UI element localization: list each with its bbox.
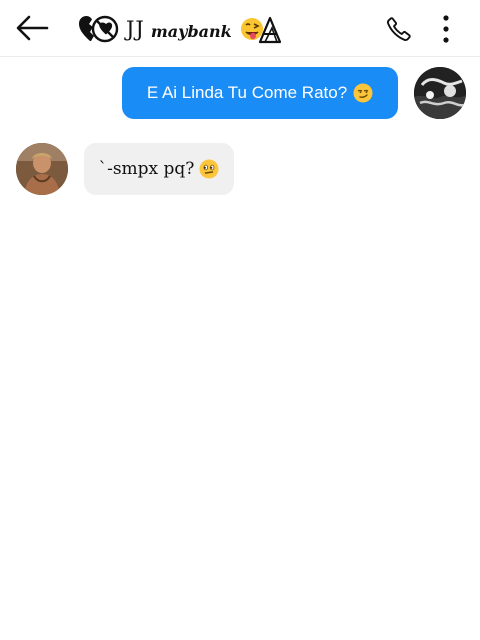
- message-text: E Ai Linda Tu Come Rato?: [146, 83, 348, 102]
- contact-avatar[interactable]: [16, 143, 68, 195]
- chat-header: JJ maybank: [0, 0, 480, 57]
- incoming-message-bubble[interactable]: `-smpx pq?: [84, 143, 234, 195]
- smirk-face-icon: [353, 83, 373, 103]
- more-options-button[interactable]: [432, 12, 460, 46]
- arrow-left-icon: [16, 15, 49, 41]
- winking-tongue-triangle-icon: [238, 12, 282, 46]
- outgoing-message-bubble[interactable]: E Ai Linda Tu Come Rato?: [122, 67, 398, 119]
- message-text: `-smpx pq?: [98, 159, 195, 179]
- side-eye-face-icon: [199, 159, 219, 179]
- chat-title[interactable]: JJ maybank: [78, 11, 282, 47]
- more-vertical-icon: [443, 15, 449, 43]
- phone-icon: [387, 17, 411, 41]
- contact-name: maybank: [150, 21, 232, 41]
- sender-avatar[interactable]: [414, 67, 466, 119]
- back-button[interactable]: [14, 12, 50, 44]
- broken-heart-icon: [78, 14, 120, 44]
- title-prefix: JJ: [126, 17, 145, 41]
- chat-screen: JJ maybank E Ai Linda Tu Come Rato? `-sm…: [0, 0, 480, 640]
- voice-call-button[interactable]: [384, 14, 414, 44]
